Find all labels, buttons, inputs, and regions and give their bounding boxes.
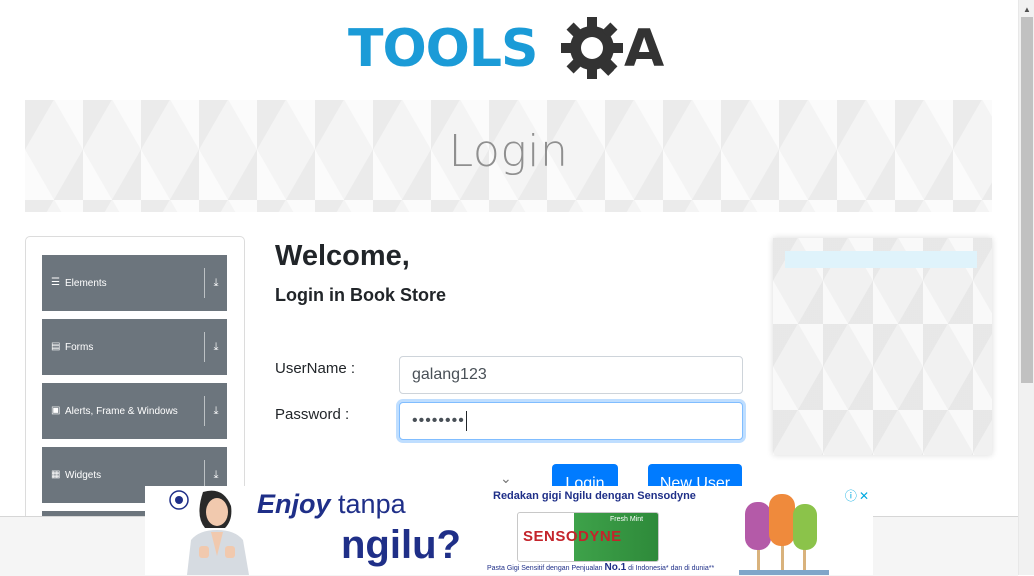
text-caret: [465, 411, 467, 431]
document-icon: ▤: [51, 341, 61, 352]
nav-group-elements[interactable]: ☰ Elements ⤓: [42, 255, 227, 311]
popsicle-image: [739, 494, 829, 575]
nav-group-label: Widgets: [65, 469, 102, 481]
ad-variant: Fresh Mint: [610, 516, 644, 523]
username-label: UserName :: [275, 360, 356, 377]
password-input[interactable]: ••••••••: [399, 402, 743, 440]
ad-footnote: Pasta Gigi Sensitif dengan Penjualan No.…: [487, 562, 715, 573]
hamburger-icon: ☰: [51, 277, 60, 288]
logo-a-text: A: [624, 19, 664, 79]
scrollbar-thumb[interactable]: [1021, 17, 1033, 383]
page-scrollbar[interactable]: ▲: [1018, 0, 1034, 575]
nav-group-forms[interactable]: ▤ Forms ⤓: [42, 319, 227, 375]
logo-tools-text: TOOLS: [348, 19, 537, 79]
toolsqa-logo[interactable]: TOOLS A: [348, 14, 672, 90]
login-subtitle: Login in Book Store: [275, 285, 446, 305]
nav-group-label: Elements: [65, 277, 107, 289]
ad-choices[interactable]: ⓘ ✕: [845, 487, 869, 504]
username-value: galang123: [412, 366, 487, 383]
welcome-heading: Welcome,: [275, 240, 410, 272]
ad-banner[interactable]: Enjoy tanpa ngilu? Redakan gigi Ngilu de…: [145, 486, 873, 575]
ad-enjoy-text: Enjoy tanpa: [257, 489, 406, 519]
nav-group-alerts-frame-windows[interactable]: ▣ Alerts, Frame & Windows ⤓: [42, 383, 227, 439]
download-arrow-icon: ⤓: [213, 340, 219, 353]
side-ad-panel[interactable]: [773, 238, 992, 455]
chevron-down-icon[interactable]: ⌄: [500, 470, 512, 487]
password-value: ••••••••: [412, 412, 465, 429]
download-arrow-icon: ⤓: [213, 468, 219, 481]
left-nav-panel: ☰ Elements ⤓ ▤ Forms ⤓ ▣ Alerts, Frame &…: [25, 236, 245, 528]
page-banner: Login: [25, 100, 992, 212]
window-icon: ▣: [51, 405, 61, 416]
username-input[interactable]: galang123: [399, 356, 743, 394]
download-arrow-icon: ⤓: [213, 404, 219, 417]
scroll-up-arrow-icon[interactable]: ▲: [1023, 5, 1031, 14]
ad-person-image: [169, 490, 249, 575]
download-arrow-icon: ⤓: [213, 276, 219, 289]
ad-ngilu-text: ngilu?: [341, 523, 461, 567]
side-ad-bar: [785, 251, 977, 268]
gear-icon: [561, 17, 623, 79]
info-icon[interactable]: ⓘ: [845, 489, 857, 503]
nav-group-label: Forms: [65, 341, 94, 353]
nav-group-label: Alerts, Frame & Windows: [65, 405, 178, 417]
ad-headline: Redakan gigi Ngilu dengan Sensodyne: [493, 490, 696, 502]
grid-icon: ▦: [51, 469, 61, 480]
close-icon[interactable]: ✕: [859, 489, 869, 503]
password-label: Password :: [275, 406, 350, 423]
ad-brand: SENSODYNE: [523, 528, 622, 545]
page-title: Login: [448, 125, 569, 177]
